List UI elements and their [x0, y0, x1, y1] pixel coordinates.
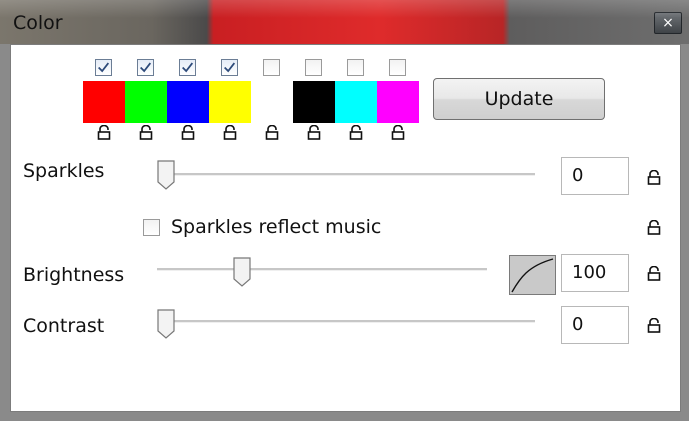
swatch-cyan[interactable]: [335, 81, 377, 123]
swatch-white[interactable]: [251, 81, 293, 123]
color-panel: Update Sparkles 0 Sparkles reflect music…: [10, 44, 681, 412]
brightness-slider-thumb[interactable]: [233, 257, 251, 287]
lock-icon[interactable]: [181, 125, 195, 140]
close-icon: ×: [662, 15, 674, 31]
swatch-checkbox-cyan[interactable]: [347, 59, 364, 76]
sparkles-slider-track[interactable]: [161, 173, 535, 176]
close-button[interactable]: ×: [654, 12, 682, 34]
swatch-checkbox-black[interactable]: [305, 59, 322, 76]
brightness-curve-button[interactable]: [509, 255, 556, 295]
swatch-black[interactable]: [293, 81, 335, 123]
checkmark-icon: [98, 62, 110, 73]
contrast-label: Contrast: [23, 315, 105, 337]
title-bar[interactable]: Color ×: [0, 0, 689, 44]
color-swatches: [83, 81, 419, 123]
sparkles-reflect-music-checkbox[interactable]: [143, 219, 160, 236]
curve-icon: [511, 258, 554, 293]
swatch-green[interactable]: [125, 81, 167, 123]
sparkles-value-input[interactable]: 0: [561, 157, 629, 195]
checkmark-icon: [224, 62, 236, 73]
lock-icon[interactable]: [391, 125, 405, 140]
lock-icon[interactable]: [97, 125, 111, 140]
sparkles-slider-thumb[interactable]: [157, 160, 175, 190]
lock-icon[interactable]: [307, 125, 321, 140]
checkmark-icon: [140, 62, 152, 73]
swatch-checkbox-white[interactable]: [263, 59, 280, 76]
swatch-checkbox-red[interactable]: [95, 59, 112, 76]
swatch-red[interactable]: [83, 81, 125, 123]
lock-icon[interactable]: [647, 318, 661, 333]
update-button[interactable]: Update: [433, 78, 605, 120]
checkmark-icon: [182, 62, 194, 73]
swatch-blue[interactable]: [167, 81, 209, 123]
lock-icon[interactable]: [647, 170, 661, 185]
contrast-slider-track[interactable]: [161, 320, 535, 323]
brightness-value-input[interactable]: 100: [561, 254, 629, 292]
brightness-label: Brightness: [23, 264, 125, 286]
color-window: Color × Update Sparkles 0 Sparkles refle…: [0, 0, 689, 421]
contrast-slider-thumb[interactable]: [157, 309, 175, 339]
contrast-value-input[interactable]: 0: [561, 306, 629, 344]
lock-icon[interactable]: [647, 266, 661, 281]
swatch-yellow[interactable]: [209, 81, 251, 123]
brightness-slider-track[interactable]: [157, 268, 487, 271]
swatch-checkbox-green[interactable]: [137, 59, 154, 76]
lock-icon[interactable]: [349, 125, 363, 140]
lock-icon[interactable]: [265, 125, 279, 140]
sparkles-reflect-music-label: Sparkles reflect music: [171, 216, 382, 238]
sparkles-label: Sparkles: [23, 160, 105, 182]
swatch-checkbox-blue[interactable]: [179, 59, 196, 76]
window-title: Color: [13, 12, 63, 34]
swatch-checkbox-yellow[interactable]: [221, 59, 238, 76]
lock-icon[interactable]: [223, 125, 237, 140]
lock-icon[interactable]: [647, 220, 661, 235]
swatch-checkbox-magenta[interactable]: [389, 59, 406, 76]
swatch-magenta[interactable]: [377, 81, 419, 123]
lock-icon[interactable]: [139, 125, 153, 140]
